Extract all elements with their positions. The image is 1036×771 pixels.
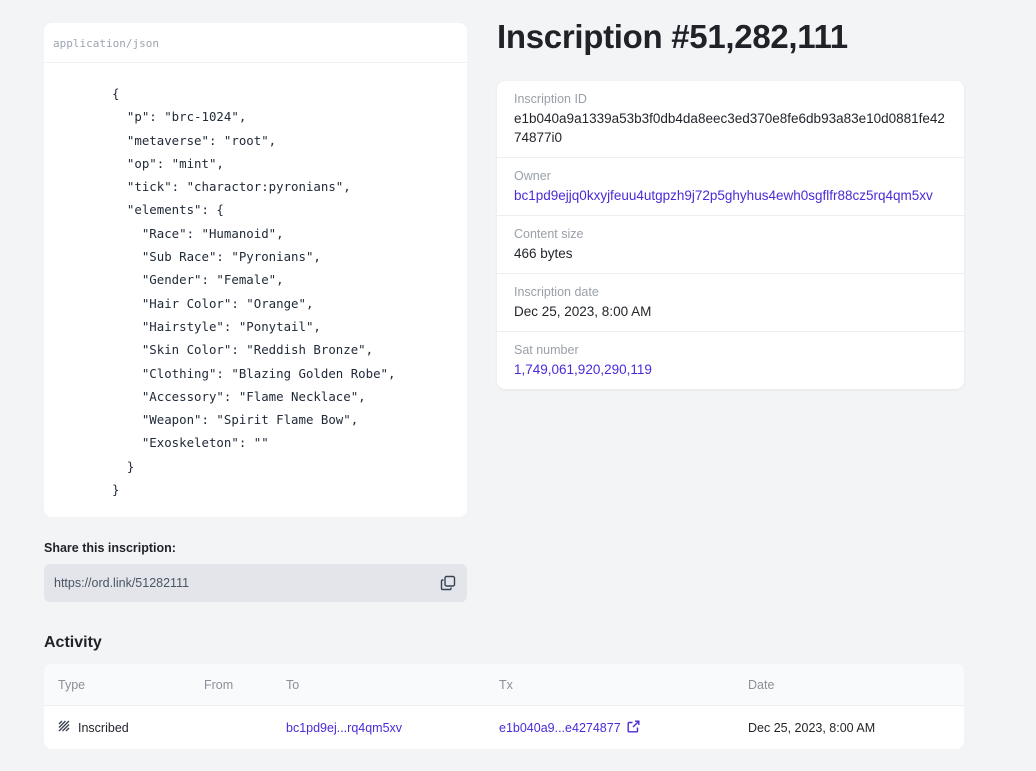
inscribe-icon <box>58 720 70 735</box>
detail-inscription-id: Inscription ID e1b040a9a1339a53b3f0db4da… <box>497 81 964 158</box>
activity-type-cell: Inscribed <box>58 706 129 749</box>
page: application/json { "p": "brc-1024", "met… <box>0 0 1036 771</box>
content-size-value: 466 bytes <box>514 246 573 261</box>
inscription-content-card: application/json { "p": "brc-1024", "met… <box>44 23 467 517</box>
detail-label: Inscription ID <box>514 92 587 106</box>
detail-label: Sat number <box>514 343 579 357</box>
inscription-json-content: { "p": "brc-1024", "metaverse": "root", … <box>112 86 396 498</box>
activity-table: Type From To Tx Date Inscribed bc1pd9ej.… <box>44 664 964 749</box>
detail-label: Inscription date <box>514 285 599 299</box>
detail-content-size: Content size 466 bytes <box>497 216 964 274</box>
activity-tx-link[interactable]: e1b040a9...e4274877 <box>499 721 621 735</box>
activity-title: Activity <box>44 634 102 651</box>
detail-inscription-date: Inscription date Dec 25, 2023, 8:00 AM <box>497 274 964 332</box>
detail-label: Content size <box>514 227 584 241</box>
detail-sat-number: Sat number 1,749,061,920,290,119 <box>497 332 964 389</box>
activity-tx-cell: e1b040a9...e4274877 <box>499 706 640 749</box>
column-header-tx: Tx <box>499 677 513 692</box>
sat-number-link[interactable]: 1,749,061,920,290,119 <box>514 360 947 379</box>
share-url-field[interactable]: https://ord.link/51282111 <box>44 564 467 602</box>
copy-icon[interactable] <box>440 575 456 591</box>
column-header-type: Type <box>58 677 86 692</box>
detail-label: Owner <box>514 169 551 183</box>
share-label: Share this inscription: <box>44 541 176 555</box>
content-type-label: application/json <box>44 23 467 63</box>
activity-type-text: Inscribed <box>78 720 129 735</box>
activity-date-cell: Dec 25, 2023, 8:00 AM <box>748 720 876 735</box>
table-row: Inscribed bc1pd9ej...rq4qm5xv e1b040a9..… <box>44 706 964 749</box>
column-header-from: From <box>204 677 234 692</box>
owner-address-link[interactable]: bc1pd9ejjq0kxyjfeuu4utgpzh9j72p5ghyhus4e… <box>514 186 947 205</box>
inscription-date-value: Dec 25, 2023, 8:00 AM <box>514 304 652 319</box>
table-header: Type From To Tx Date <box>44 664 964 706</box>
column-header-date: Date <box>748 677 775 692</box>
inscription-details-card: Inscription ID e1b040a9a1339a53b3f0db4da… <box>497 81 964 389</box>
share-url[interactable]: https://ord.link/51282111 <box>54 576 189 590</box>
external-link-icon[interactable] <box>627 720 640 736</box>
activity-to-link[interactable]: bc1pd9ej...rq4qm5xv <box>286 706 402 749</box>
inscription-id-value: e1b040a9a1339a53b3f0db4da8eec3ed370e8fe6… <box>514 111 945 145</box>
column-header-to: To <box>286 677 300 692</box>
page-title: Inscription #51,282,111 <box>497 18 848 55</box>
detail-owner: Owner bc1pd9ejjq0kxyjfeuu4utgpzh9j72p5gh… <box>497 158 964 216</box>
